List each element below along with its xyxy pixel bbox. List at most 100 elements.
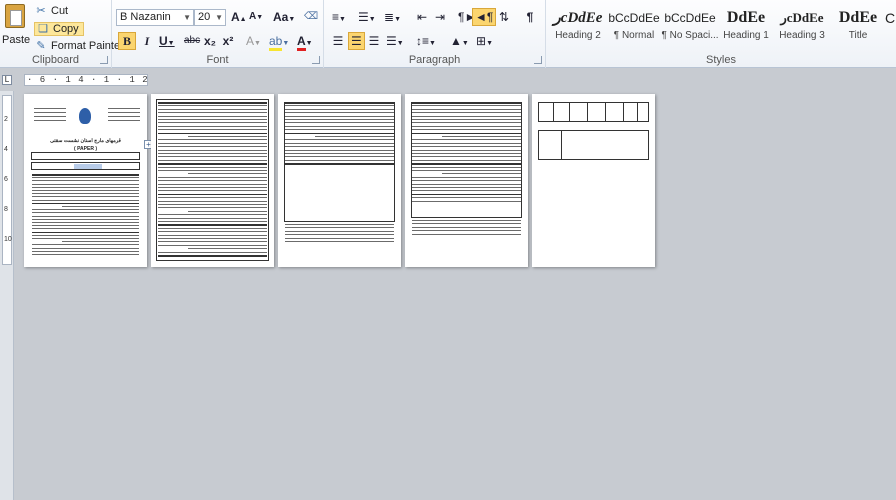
style-sample: رcDdEe <box>780 10 824 25</box>
clipboard-icon <box>5 4 25 28</box>
grow-font-button[interactable]: A▲ <box>229 8 249 26</box>
text-line <box>158 183 267 185</box>
text-line <box>158 159 267 161</box>
header-text-line <box>108 108 140 109</box>
text-line <box>158 187 267 188</box>
styles-group-label: Styles <box>706 54 736 66</box>
text-line <box>158 221 267 222</box>
text-frame <box>284 102 395 222</box>
highlighter-icon: ab <box>269 34 283 51</box>
increase-indent-icon[interactable]: ⇥ <box>432 8 448 26</box>
underline-button[interactable]: U▼ <box>157 32 177 50</box>
horizontal-ruler[interactable]: · 6 · 1 4 · 1 · 1 2 · 1 · <box>24 74 148 86</box>
header-text-line <box>108 116 140 117</box>
header-text-line <box>34 120 66 121</box>
paragraph-group: ≡▼ ☰▼ ≣▼ ⇤ ⇥ ¶► ◄¶ ⇅ ¶ ☰ ☰ ☰ ☰▼ ↕≡▼ ▲▼ ⊞… <box>324 0 546 68</box>
font-size-value: 20 <box>198 11 211 23</box>
align-right-icon[interactable]: ☰ <box>366 32 382 50</box>
style-normal[interactable]: bCcDdEe ¶ Normal <box>604 6 664 48</box>
text-line <box>32 234 139 236</box>
justify-icon[interactable]: ☰▼ <box>384 32 406 50</box>
rtl-direction-icon[interactable]: ◄¶ <box>472 8 497 26</box>
font-name-combo[interactable]: B Nazanin ▼ <box>116 9 194 26</box>
superscript-button[interactable]: x² <box>220 32 236 50</box>
font-size-combo[interactable]: 20 ▼ <box>194 9 226 26</box>
borders-icon[interactable]: ⊞▼ <box>474 32 495 50</box>
style-sample: DdEe <box>838 9 878 26</box>
show-marks-button[interactable]: ¶ <box>522 8 538 26</box>
strikethrough-button[interactable]: abc <box>182 32 202 50</box>
text-line <box>158 115 267 117</box>
text-line <box>32 254 139 255</box>
text-line <box>158 200 267 202</box>
text-line <box>158 105 267 107</box>
line-spacing-icon[interactable]: ↕≡▼ <box>414 32 438 50</box>
paste-button[interactable]: Paste <box>2 2 30 50</box>
style-heading-2[interactable]: رcDdEe Heading 2 <box>548 6 608 48</box>
align-left-icon[interactable]: ☰ <box>330 32 346 50</box>
font-dialog-launcher[interactable] <box>312 56 320 64</box>
bullets-icon[interactable]: ≡▼ <box>330 8 348 26</box>
text-line <box>32 212 139 214</box>
text-line <box>32 222 139 223</box>
change-case-button[interactable]: Aa▼ <box>271 8 297 26</box>
text-line <box>32 174 139 176</box>
clipboard-group-label: Clipboard <box>31 54 80 66</box>
text-line <box>158 129 267 131</box>
text-line <box>158 234 267 236</box>
text-line <box>158 227 267 229</box>
font-color-button[interactable]: A▼ <box>295 32 315 51</box>
text-line <box>158 102 267 104</box>
style-next-partial[interactable]: C <box>884 6 896 48</box>
horizontal-ruler-area: L · 6 · 1 4 · 1 · 1 2 · 1 · <box>0 69 896 91</box>
strikethrough-label: abc <box>184 35 201 46</box>
ribbon: Paste ✂ Cut ❏ Copy ✎ Format Painter Clipboa… <box>0 0 896 68</box>
font-name-value: B Nazanin <box>120 11 171 23</box>
ruler-mark: 8 <box>4 206 8 213</box>
cut-button[interactable]: ✂ Cut <box>34 3 68 19</box>
table-cell-divider <box>605 103 606 121</box>
italic-button[interactable]: I <box>139 32 155 50</box>
style-heading-1[interactable]: DdEe Heading 1 <box>716 6 776 48</box>
table-cell-divider <box>623 103 624 121</box>
clipboard-dialog-launcher[interactable] <box>100 56 108 64</box>
text-line <box>62 241 139 243</box>
shrink-font-button[interactable]: A▼ <box>247 8 265 26</box>
text-effects-button[interactable]: A▼ <box>244 32 263 50</box>
numbering-icon[interactable]: ☰▼ <box>356 8 378 26</box>
format-painter-button[interactable]: ✎ Format Painter <box>34 38 123 54</box>
style-heading-3[interactable]: رcDdEe Heading 3 <box>772 6 832 48</box>
align-center-icon[interactable]: ☰ <box>348 32 365 50</box>
page-thumbnail-4[interactable] <box>405 94 528 267</box>
text-line <box>158 238 267 239</box>
paragraph-dialog-launcher[interactable] <box>534 56 542 64</box>
page-thumbnail-2[interactable] <box>151 94 274 267</box>
tab-selector[interactable]: L <box>2 75 12 85</box>
bold-button[interactable]: B <box>118 32 136 50</box>
subscript-button[interactable]: x₂ <box>202 32 218 50</box>
text-line <box>32 196 139 198</box>
text-line <box>32 202 139 205</box>
highlight-button[interactable]: ab▼ <box>267 32 291 51</box>
vertical-ruler[interactable]: 2 4 6 8 10 <box>0 91 14 500</box>
copy-button[interactable]: ❏ Copy <box>34 21 84 37</box>
text-line <box>158 244 267 246</box>
cover-keywords-band <box>31 162 140 170</box>
style-title[interactable]: DdEe Title <box>828 6 888 48</box>
style-sample: bCcDdEe <box>664 11 716 25</box>
paintbrush-icon: ✎ <box>36 40 46 52</box>
page-thumbnail-1[interactable]: قرمهای مارج استان نشست سقتی ( PAPER ) <box>24 94 147 267</box>
sort-icon[interactable]: ⇅ <box>496 8 512 26</box>
page-thumbnail-5[interactable] <box>532 94 655 267</box>
multilevel-list-icon[interactable]: ≣▼ <box>382 8 403 26</box>
style-no-spacing[interactable]: bCcDdEe ¶ No Spaci... <box>660 6 720 48</box>
copy-label: Copy <box>53 23 79 35</box>
text-line <box>158 214 267 216</box>
decrease-indent-icon[interactable]: ⇤ <box>414 8 430 26</box>
text-line <box>412 226 521 228</box>
text-line <box>32 186 139 188</box>
page-thumbnail-3[interactable] <box>278 94 401 267</box>
paragraph-group-label: Paragraph <box>408 54 461 66</box>
shading-icon[interactable]: ▲▼ <box>448 32 471 50</box>
clear-formatting-icon[interactable]: ⌫ <box>302 8 320 26</box>
